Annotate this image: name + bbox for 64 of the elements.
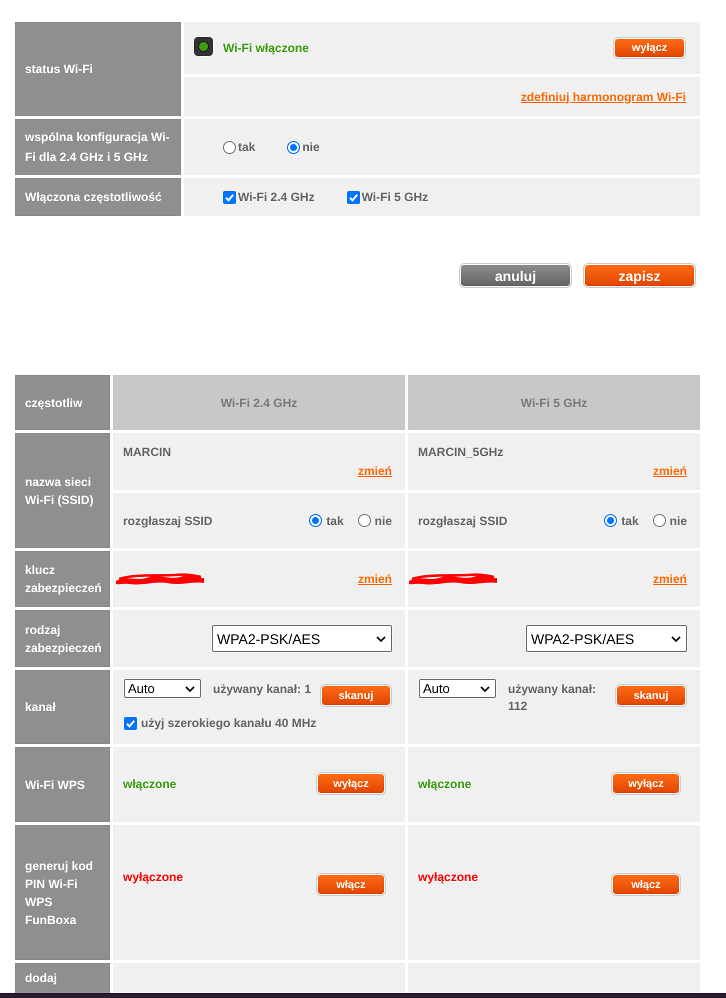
row-label: dodaj [15,963,110,993]
radio-button[interactable] [287,140,300,154]
column-header: Wi-Fi 5 GHz [408,375,700,430]
status-text: Wi-Fi włączone [223,41,310,55]
field-label: rozgłaszaj SSID [123,514,212,528]
status-text: wyłączone [418,869,478,885]
status-text: włączone [418,776,472,790]
radio-button[interactable] [223,140,236,154]
option-label: Wi-Fi 5 GHz [362,190,428,204]
row-label: Wi-Fi WPS [15,747,110,822]
chevron-down-icon [671,636,681,642]
scan-button[interactable]: skanuj [320,684,392,707]
security-type-dropdown[interactable]: WPA2-PSK/AES [212,625,392,652]
change-link[interactable]: zmień [358,463,392,479]
radio-button[interactable] [358,514,371,527]
checkbox[interactable] [223,190,236,204]
schedule-link[interactable]: zdefiniuj harmonogram Wi-Fi [520,90,686,104]
column-header: Wi-Fi 2.4 GHz [113,375,405,430]
toggle-button[interactable]: włącz [316,873,386,896]
row-label: status Wi-Fi [15,22,181,116]
option-label: nie [374,514,392,528]
chevron-down-icon [480,686,490,692]
chevron-down-icon [376,636,386,642]
radio-button[interactable] [604,514,618,527]
status-text: wyłączone [123,869,184,885]
row-label: klucz zabezpieczeń [15,551,110,607]
channel-in-use-text: używany kanał: 112 [508,681,598,715]
option-label: tak [326,514,344,528]
toggle-button[interactable]: wyłącz [316,772,386,795]
option-label: nie [670,514,687,528]
checkbox[interactable] [346,190,360,204]
option-label: tak [621,514,639,528]
ssid-text: MARCIN [123,444,171,460]
channel-dropdown[interactable]: Auto [419,679,496,698]
row-label: rodzaj zabezpieczeń [15,610,110,667]
option-label: tak [238,140,256,154]
toggle-button[interactable]: włącz [611,873,681,896]
save-button[interactable]: zapisz [583,263,696,288]
scan-button[interactable]: skanuj [615,684,687,707]
status-text: włączone [123,776,176,790]
checkbox[interactable] [124,716,137,730]
channel-dropdown[interactable]: Auto [124,679,201,698]
row-label: częstotliw [15,375,110,430]
toggle-button[interactable]: wyłącz [611,772,681,795]
radio-button[interactable] [652,514,666,527]
change-link[interactable]: zmień [652,572,687,586]
toggle-button[interactable]: wyłącz [613,37,686,59]
channel-in-use-text: używany kanał: 1 [213,681,312,698]
ssid-text: MARCIN_5GHz [418,444,504,460]
field-label: rozgłaszaj SSID [418,514,508,528]
row-label: wspólna konfiguracja Wi-Fi dla 2.4 GHz i 5 GHz [15,119,181,175]
row-label: nazwa sieci Wi-Fi (SSID) [15,433,110,548]
checkbox-label: użyj szerokiego kanału 40 MHz [141,715,316,731]
option-label: Wi-Fi 2.4 GHz [238,190,315,204]
cancel-button[interactable]: anuluj [459,263,572,288]
change-link[interactable]: zmień [652,463,687,479]
radio-button[interactable] [309,514,322,527]
change-link[interactable]: zmień [358,572,392,586]
row-label: Włączona częstotliwość [15,178,181,216]
option-label: nie [302,140,320,154]
chevron-down-icon [185,686,195,692]
security-type-dropdown[interactable]: WPA2-PSK/AES [526,625,687,652]
row-label: kanał [15,670,110,744]
row-label: generuj kod PIN Wi-Fi WPS FunBoxa [15,825,110,960]
